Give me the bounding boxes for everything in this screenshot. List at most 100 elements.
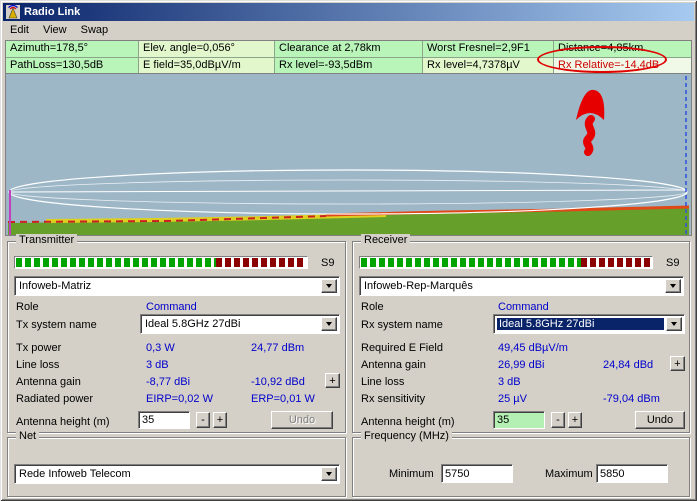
tx-role-label: Role	[16, 301, 39, 313]
tx-antenna-height-input[interactable]	[138, 411, 190, 429]
rx-sensitivity-uv: 25 µV	[498, 393, 527, 405]
rx-required-efield-value: 49,45 dBµV/m	[498, 342, 568, 354]
rx-height-increase-button[interactable]: +	[568, 412, 582, 428]
rx-line-loss-label: Line loss	[361, 376, 405, 388]
rx-level-dbm-value: Rx level=-93,5dBm	[275, 57, 423, 73]
radio-link-window: Radio Link Edit View Swap Azimuth=178,5°…	[0, 0, 697, 501]
tx-eirp-value: EIRP=0,02 W	[146, 393, 213, 405]
tx-line-loss-value: 3 dB	[146, 359, 169, 371]
tx-sunits-label: S9	[321, 257, 335, 269]
efield-value: E field=35,0dBµV/m	[139, 57, 275, 73]
chevron-down-icon	[326, 322, 332, 326]
rx-meter-green-segment	[361, 258, 582, 267]
rx-antenna-gain-label: Antenna gain	[361, 359, 426, 371]
terrain-profile-svg	[6, 74, 691, 235]
transmitter-group: Transmitter S9 Infoweb-Matriz Role Comma…	[7, 234, 346, 433]
tx-antenna-gain-dbi: -8,77 dBi	[146, 376, 191, 388]
clearance-value: Clearance at 2,78km	[275, 41, 423, 57]
tx-system-label: Tx system name	[16, 319, 97, 331]
tx-unit-combobox-value: Infoweb-Matriz	[19, 280, 92, 292]
rx-antenna-height-label: Antenna height (m)	[361, 416, 455, 428]
tx-power-label: Tx power	[16, 342, 62, 354]
tx-role-value: Command	[146, 301, 197, 313]
menu-swap[interactable]: Swap	[74, 22, 116, 38]
tx-unit-combobox[interactable]: Infoweb-Matriz	[14, 276, 340, 296]
rx-system-label: Rx system name	[361, 319, 443, 331]
tx-radiated-power-label: Radiated power	[16, 393, 94, 405]
tx-system-combobox[interactable]: Ideal 5.8GHz 27dBi	[140, 314, 340, 334]
rx-antenna-height-input[interactable]	[493, 411, 545, 429]
rx-level-uv-value: Rx level=4,7378µV	[423, 57, 554, 73]
frequency-maximum-input[interactable]	[596, 464, 668, 483]
tx-system-combobox-value: Ideal 5.8GHz 27dBi	[145, 318, 241, 330]
tx-undo-button: Undo	[271, 411, 333, 429]
rx-required-efield-label: Required E Field	[361, 342, 443, 354]
tx-line-loss-label: Line loss	[16, 359, 60, 371]
receiver-group-label: Receiver	[361, 234, 411, 246]
tx-erp-value: ERP=0,01 W	[251, 393, 315, 405]
info-row-2: PathLoss=130,5dB E field=35,0dBµV/m Rx l…	[6, 57, 691, 73]
net-combobox-value: Rede Infoweb Telecom	[19, 468, 131, 480]
rx-system-combobox-dropdown-button[interactable]	[666, 317, 682, 331]
distance-value: Distance=4,85km	[554, 41, 691, 57]
rx-relative-value: Rx Relative=-14,4dB	[554, 57, 691, 73]
chevron-down-icon	[326, 472, 332, 476]
tx-signal-meter	[14, 256, 308, 269]
elev-angle-value: Elev. angle=0,056°	[139, 41, 275, 57]
tx-antenna-height-label: Antenna height (m)	[16, 416, 110, 428]
tx-height-decrease-button[interactable]: -	[196, 412, 210, 428]
rx-unit-combobox-value: Infoweb-Rep-Marquês	[364, 280, 473, 292]
window-icon	[6, 5, 20, 19]
tx-meter-green-segment	[16, 258, 217, 267]
rx-sensitivity-label: Rx sensitivity	[361, 393, 426, 405]
rx-line-loss-value: 3 dB	[498, 376, 521, 388]
azimuth-value: Azimuth=178,5°	[6, 41, 139, 57]
frequency-group-label: Frequency (MHz)	[361, 430, 452, 442]
frequency-maximum-label: Maximum	[545, 468, 593, 480]
tx-antenna-gain-label: Antenna gain	[16, 376, 81, 388]
tx-power-watts: 0,3 W	[146, 342, 175, 354]
rx-antenna-gain-detail-button[interactable]: +	[670, 356, 685, 371]
tx-unit-combobox-dropdown-button[interactable]	[321, 279, 337, 293]
tx-antenna-gain-dbd: -10,92 dBd	[251, 376, 305, 388]
frequency-group: Frequency (MHz) Minimum Maximum	[352, 430, 690, 497]
rx-unit-combobox-dropdown-button[interactable]	[665, 279, 681, 293]
window-title: Radio Link	[24, 6, 81, 18]
rx-antenna-gain-dbd: 24,84 dBd	[603, 359, 654, 371]
transmitter-group-label: Transmitter	[16, 234, 78, 246]
tx-power-dbm: 24,77 dBm	[251, 342, 305, 354]
rx-antenna-gain-dbi: 26,99 dBi	[498, 359, 545, 371]
rx-system-combobox-value: Ideal 5.8GHz 27dBi	[497, 318, 664, 330]
frequency-minimum-input[interactable]	[441, 464, 513, 483]
net-combobox[interactable]: Rede Infoweb Telecom	[14, 464, 340, 484]
rx-unit-combobox[interactable]: Infoweb-Rep-Marquês	[359, 276, 684, 296]
tx-height-increase-button[interactable]: +	[213, 412, 227, 428]
menu-bar: Edit View Swap	[3, 21, 694, 39]
rx-sunits-label: S9	[666, 257, 680, 269]
net-group: Net Rede Infoweb Telecom	[7, 430, 346, 497]
rx-height-decrease-button[interactable]: -	[551, 412, 565, 428]
link-info-bar: Azimuth=178,5° Elev. angle=0,056° Cleara…	[5, 40, 692, 74]
title-bar[interactable]: Radio Link	[3, 3, 694, 21]
frequency-minimum-label: Minimum	[389, 468, 434, 480]
net-group-label: Net	[16, 430, 40, 442]
rx-system-combobox[interactable]: Ideal 5.8GHz 27dBi	[493, 314, 685, 334]
tx-system-combobox-dropdown-button[interactable]	[321, 317, 337, 331]
rx-role-label: Role	[361, 301, 384, 313]
net-combobox-dropdown-button[interactable]	[321, 467, 337, 481]
rx-signal-meter	[359, 256, 653, 269]
tx-antenna-gain-detail-button[interactable]: +	[325, 373, 340, 388]
menu-edit[interactable]: Edit	[3, 22, 36, 38]
chevron-down-icon	[670, 284, 676, 288]
terrain-profile-chart[interactable]	[5, 73, 692, 236]
rx-role-value: Command	[498, 301, 549, 313]
chevron-down-icon	[326, 284, 332, 288]
rx-undo-button[interactable]: Undo	[635, 411, 685, 429]
tx-meter-red-segment	[216, 258, 306, 267]
info-row-1: Azimuth=178,5° Elev. angle=0,056° Cleara…	[6, 41, 691, 57]
worst-fresnel-value: Worst Fresnel=2,9F1	[423, 41, 554, 57]
pathloss-value: PathLoss=130,5dB	[6, 57, 139, 73]
rx-meter-red-segment	[581, 258, 651, 267]
rx-sensitivity-dbm: -79,04 dBm	[603, 393, 660, 405]
menu-view[interactable]: View	[36, 22, 74, 38]
